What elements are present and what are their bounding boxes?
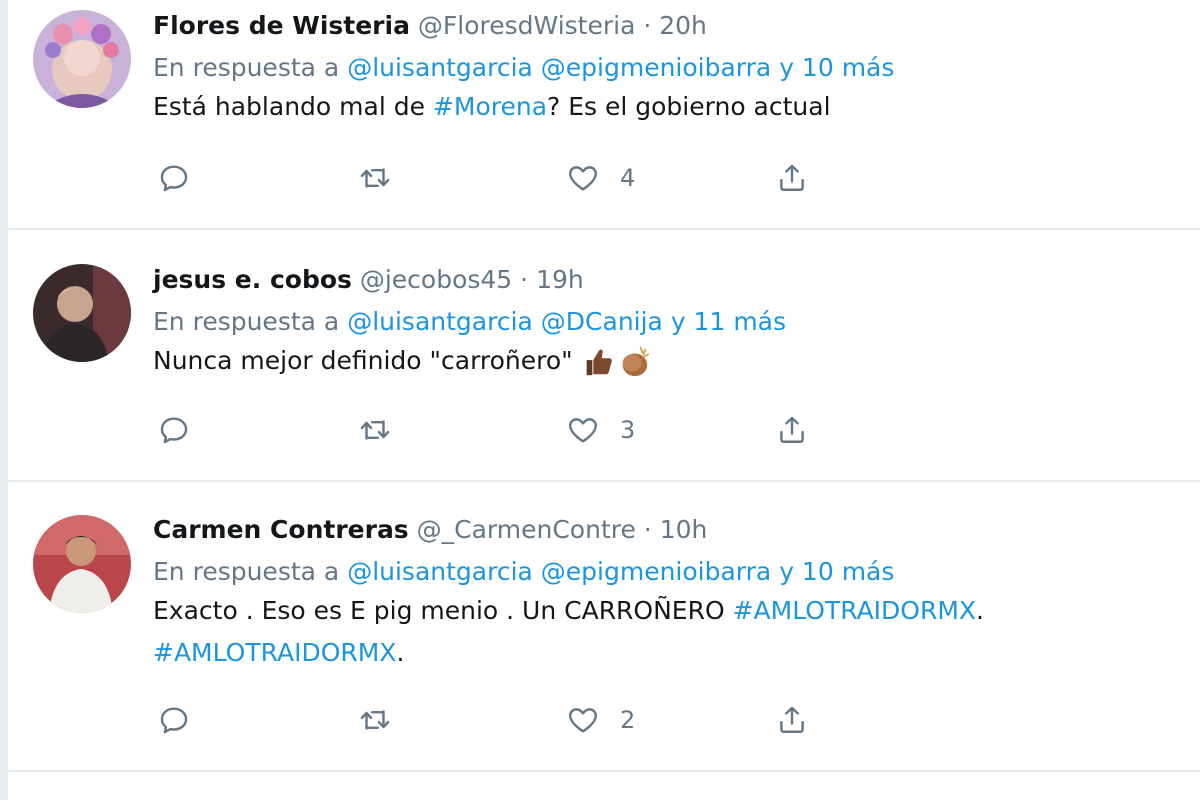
- tweet-header: Carmen Contreras @_CarmenContre · 10h: [153, 514, 1190, 546]
- tweet-text: Exacto . Eso es E pig menio . Un CARROÑE…: [153, 590, 1190, 674]
- hashtag-link[interactable]: #AMLOTRAIDORMX: [733, 596, 976, 625]
- text-segment: ? Es el gobierno actual: [547, 92, 831, 121]
- tweet-actions: 3: [153, 410, 1200, 450]
- retweet-icon: [360, 710, 390, 730]
- separator: ·: [635, 11, 660, 40]
- reply-users-link[interactable]: @luisantgarcia @DCanija y 11 más: [347, 307, 786, 336]
- separator: ·: [635, 515, 660, 544]
- user-handle[interactable]: @_CarmenContre: [417, 515, 636, 544]
- user-name[interactable]: jesus e. cobos: [153, 265, 352, 294]
- share-button[interactable]: [775, 158, 809, 198]
- share-icon: [780, 416, 804, 443]
- retweet-icon: [360, 420, 390, 440]
- timestamp[interactable]: 20h: [659, 11, 707, 40]
- like-button[interactable]: 2: [566, 700, 635, 740]
- tweet-header: jesus e. cobos @jecobos45 · 19h: [153, 264, 1190, 296]
- hashtag-link[interactable]: #Morena: [433, 92, 547, 121]
- text-segment: .: [976, 596, 984, 625]
- like-count: 2: [620, 706, 636, 734]
- thumbs-up-emoji: [586, 349, 612, 376]
- reply-prefix: En respuesta a: [153, 557, 348, 586]
- timestamp[interactable]: 19h: [536, 265, 584, 294]
- tweet-item[interactable]: Carmen Contreras @_CarmenContre · 10h En…: [8, 480, 1200, 772]
- share-button[interactable]: [775, 410, 809, 450]
- tweet-actions: 2: [153, 700, 1200, 740]
- text-segment: Exacto . Eso es E pig menio . Un CARROÑE…: [153, 596, 733, 625]
- text-segment: Nunca mejor definido "carroñero": [153, 346, 573, 375]
- timestamp[interactable]: 10h: [660, 515, 708, 544]
- like-icon: [569, 166, 597, 191]
- reply-button[interactable]: [157, 158, 191, 198]
- tweet-item[interactable]: Flores de Wisteria @FloresdWisteria · 20…: [8, 0, 1200, 230]
- clapping-hands-emoji: [622, 346, 649, 377]
- user-name[interactable]: Carmen Contreras: [153, 515, 409, 544]
- tweet-header: Flores de Wisteria @FloresdWisteria · 20…: [153, 10, 1190, 42]
- reply-icon: [160, 417, 188, 444]
- tweet-text: Está hablando mal de #Morena? Es el gobi…: [153, 86, 1190, 128]
- reply-prefix: En respuesta a: [153, 53, 348, 82]
- avatar[interactable]: [33, 10, 131, 108]
- user-handle[interactable]: @jecobos45: [360, 265, 512, 294]
- reply-prefix: En respuesta a: [153, 307, 348, 336]
- retweet-button[interactable]: [358, 158, 392, 198]
- tweet-text: Nunca mejor definido "carroñero": [153, 340, 1190, 382]
- tweet-item-partial: [8, 770, 1200, 810]
- like-count: 4: [620, 164, 636, 192]
- hashtag-link[interactable]: #AMLOTRAIDORMX: [153, 638, 396, 667]
- reply-icon: [160, 165, 188, 192]
- left-border: [0, 0, 8, 800]
- reply-button[interactable]: [157, 410, 191, 450]
- share-icon: [780, 164, 804, 191]
- reply-users-link[interactable]: @luisantgarcia @epigmenioibarra y 10 más: [347, 53, 894, 82]
- tweet-actions: 4: [153, 158, 1200, 198]
- retweet-button[interactable]: [358, 700, 392, 740]
- share-button[interactable]: [775, 700, 809, 740]
- separator: ·: [512, 265, 537, 294]
- reply-icon: [160, 707, 188, 734]
- retweet-icon: [360, 168, 390, 188]
- like-count: 3: [620, 416, 636, 444]
- avatar[interactable]: [33, 264, 131, 362]
- like-button[interactable]: 4: [566, 158, 635, 198]
- user-handle[interactable]: @FloresdWisteria: [418, 11, 636, 40]
- text-segment: .: [396, 638, 405, 667]
- retweet-button[interactable]: [358, 410, 392, 450]
- reply-context: En respuesta a @luisantgarcia @epigmenio…: [153, 50, 1190, 86]
- like-button[interactable]: 3: [566, 410, 635, 450]
- reply-users-link[interactable]: @luisantgarcia @epigmenioibarra y 10 más: [347, 557, 894, 586]
- reply-context: En respuesta a @luisantgarcia @DCanija y…: [153, 304, 1190, 340]
- tweet-item[interactable]: jesus e. cobos @jecobos45 · 19h En respu…: [8, 230, 1200, 482]
- text-segment: Está hablando mal de: [153, 92, 433, 121]
- share-icon: [780, 706, 804, 733]
- user-name[interactable]: Flores de Wisteria: [153, 11, 410, 40]
- avatar[interactable]: [33, 515, 131, 613]
- like-icon: [569, 418, 597, 443]
- like-icon: [569, 708, 597, 733]
- reply-button[interactable]: [157, 700, 191, 740]
- reply-context: En respuesta a @luisantgarcia @epigmenio…: [153, 554, 1190, 590]
